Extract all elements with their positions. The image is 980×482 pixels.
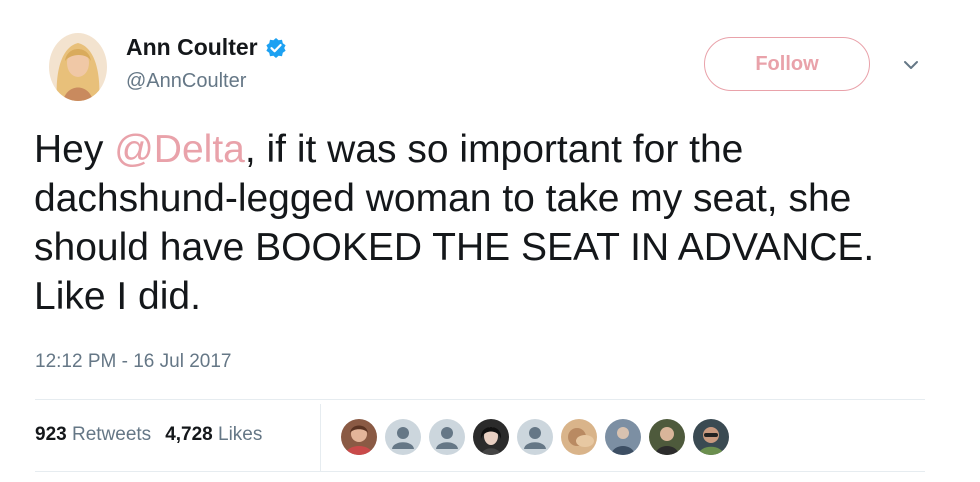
divider (35, 399, 925, 400)
retweets-stat[interactable]: 923 Retweets (35, 424, 151, 446)
user-handle[interactable]: @AnnCoulter (126, 70, 246, 93)
liker-avatar[interactable] (605, 419, 641, 455)
tweet-text: Hey @Delta, if it was so important for t… (34, 125, 934, 321)
retweets-label: Retweets (71, 424, 152, 445)
divider (35, 471, 925, 472)
tweet-text-start: Hey (34, 128, 115, 171)
default-avatar-icon[interactable] (385, 419, 421, 455)
user-display-name[interactable]: Ann Coulter (126, 34, 258, 61)
liker-avatar[interactable] (473, 419, 509, 455)
default-avatar-icon[interactable] (429, 419, 465, 455)
liker-avatar[interactable] (341, 419, 377, 455)
likes-stat[interactable]: 4,728 Likes (165, 424, 262, 446)
likes-count: 4,728 (165, 424, 213, 445)
chevron-down-icon[interactable] (899, 55, 923, 75)
follow-button[interactable]: Follow (704, 37, 870, 91)
default-avatar-icon[interactable] (517, 419, 553, 455)
liker-avatar[interactable] (561, 419, 597, 455)
verified-badge-icon (265, 37, 287, 59)
stats-divider (320, 404, 321, 471)
mention-link[interactable]: @Delta (114, 128, 245, 171)
profile-avatar[interactable] (49, 33, 107, 101)
likes-label: Likes (218, 424, 263, 445)
user-display-name-row[interactable]: Ann Coulter (126, 34, 287, 61)
liker-avatars (341, 419, 729, 455)
liker-avatar[interactable] (693, 419, 729, 455)
tweet-timestamp[interactable]: 12:12 PM - 16 Jul 2017 (35, 351, 231, 373)
liker-avatar[interactable] (649, 419, 685, 455)
retweets-count: 923 (35, 424, 67, 445)
tweet-stats: 923 Retweets 4,728 Likes (35, 424, 262, 446)
